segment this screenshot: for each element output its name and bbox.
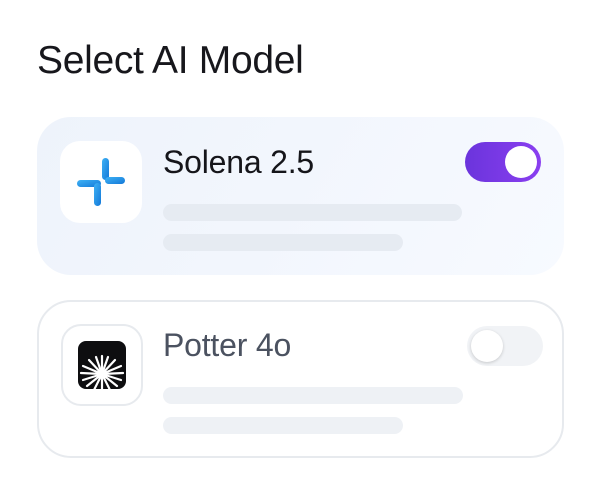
description-placeholder-line [163, 234, 403, 251]
plus-cross-logo-icon [77, 158, 125, 206]
model-card-solena[interactable]: Solena 2.5 [37, 117, 564, 275]
model-name: Potter 4o [163, 327, 292, 363]
model-logo [61, 324, 143, 406]
toggle-knob [471, 330, 503, 362]
toggle-knob [505, 146, 537, 178]
model-card-potter[interactable]: Potter 4o [37, 300, 564, 458]
description-placeholder-line [163, 387, 463, 404]
model-toggle[interactable] [465, 142, 541, 182]
model-toggle[interactable] [467, 326, 543, 366]
description-placeholder-line [163, 417, 403, 434]
page-title: Select AI Model [37, 39, 304, 82]
starburst-logo-icon [78, 341, 126, 389]
model-name: Solena 2.5 [163, 144, 315, 180]
description-placeholder-line [163, 204, 462, 221]
model-logo [60, 141, 142, 223]
